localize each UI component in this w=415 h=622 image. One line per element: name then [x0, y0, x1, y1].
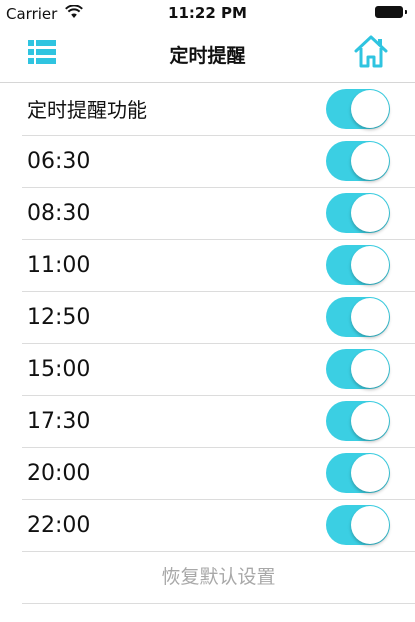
reminder-toggle-switch[interactable] [326, 193, 390, 233]
reset-defaults-button[interactable]: 恢复默认设置 [22, 552, 415, 604]
toggle-knob [351, 142, 389, 180]
reminder-toggle-switch[interactable] [326, 401, 390, 441]
reminder-time: 17:30 [27, 409, 91, 434]
reminder-time: 11:00 [27, 253, 91, 278]
reminder-row: 15:00 [22, 344, 415, 396]
reminder-row: 08:30 [22, 188, 415, 240]
reminder-time: 08:30 [27, 201, 91, 226]
toggle-knob [351, 402, 389, 440]
master-toggle-label: 定时提醒功能 [27, 98, 147, 122]
home-icon[interactable] [353, 34, 389, 70]
status-time: 11:22 PM [168, 4, 247, 22]
reminder-row: 06:30 [22, 136, 415, 188]
reminder-row: 17:30 [22, 396, 415, 448]
toggle-knob [351, 298, 389, 336]
toggle-knob [351, 194, 389, 232]
reminder-row: 11:00 [22, 240, 415, 292]
reminder-toggle-switch[interactable] [326, 297, 390, 337]
toggle-knob [351, 246, 389, 284]
reminder-time: 22:00 [27, 513, 91, 538]
reminder-time: 15:00 [27, 357, 91, 382]
toggle-knob [351, 90, 389, 128]
reminder-toggle-switch[interactable] [326, 505, 390, 545]
reminder-row: 12:50 [22, 292, 415, 344]
status-bar: Carrier 11:22 PM [0, 0, 415, 27]
reminder-time: 20:00 [27, 461, 91, 486]
toggle-knob [351, 350, 389, 388]
reminder-toggle-switch[interactable] [326, 453, 390, 493]
reminder-toggle-switch[interactable] [326, 245, 390, 285]
reminder-list: 定时提醒功能 06:30 08:30 11:00 12:50 15:00 17:… [22, 84, 415, 604]
reminder-row: 20:00 [22, 448, 415, 500]
reminder-toggle-switch[interactable] [326, 349, 390, 389]
reminder-time: 12:50 [27, 305, 91, 330]
reset-defaults-label: 恢复默认设置 [161, 566, 276, 588]
reminder-time: 06:30 [27, 149, 91, 174]
toggle-knob [351, 506, 389, 544]
list-menu-icon[interactable] [27, 37, 57, 67]
toggle-knob [351, 454, 389, 492]
reminder-toggle-switch[interactable] [326, 141, 390, 181]
navigation-bar: 定时提醒 [0, 27, 415, 83]
master-toggle-row: 定时提醒功能 [22, 84, 415, 136]
reminder-row: 22:00 [22, 500, 415, 552]
master-toggle-switch[interactable] [326, 89, 390, 129]
battery-full-icon [375, 6, 407, 18]
